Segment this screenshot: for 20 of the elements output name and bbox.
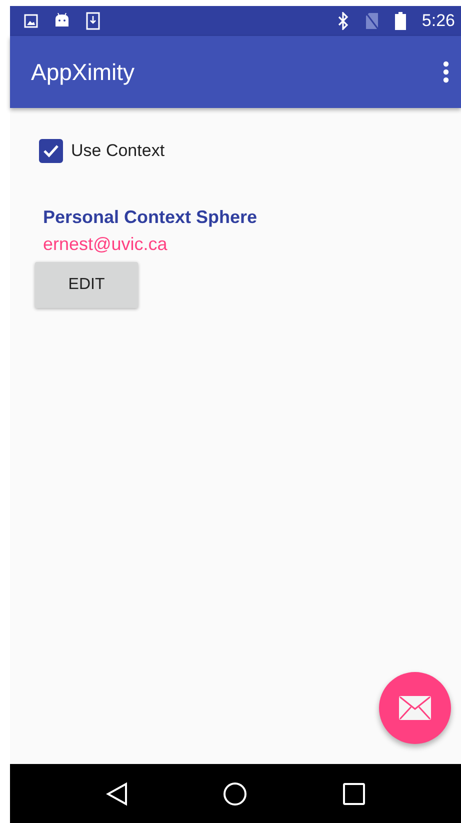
download-icon [86,12,100,30]
app-title: AppXimity [31,58,135,87]
image-icon [24,14,38,28]
android-icon [54,13,70,29]
email-text: ernest@uvic.ca [43,232,168,256]
edit-button[interactable]: EDIT [35,262,138,308]
battery-icon [394,12,406,30]
recents-icon[interactable] [343,782,366,804]
home-icon[interactable] [223,782,248,806]
checkmark-icon [43,144,59,158]
section-heading: Personal Context Sphere [43,206,258,229]
checkbox-label: Use Context [71,140,165,162]
use-context-checkbox[interactable] [39,138,63,163]
more-options-icon[interactable] [443,61,449,83]
mail-fab[interactable] [379,672,451,744]
status-time: 5:26 [422,10,455,32]
back-icon[interactable] [106,782,128,806]
envelope-icon [399,696,431,720]
bluetooth-icon [336,12,349,30]
no-sim-icon [364,12,379,30]
